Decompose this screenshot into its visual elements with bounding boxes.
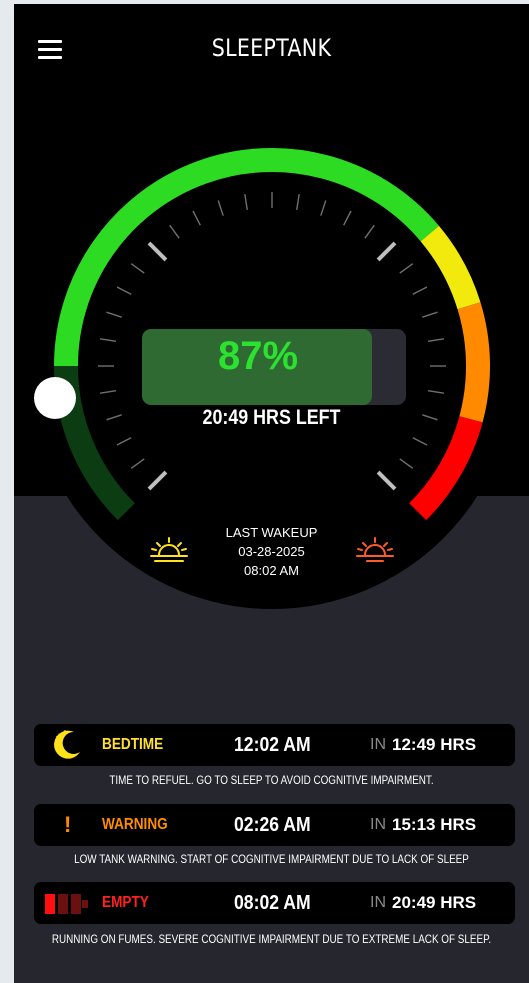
exclamation-icon: ! bbox=[64, 812, 72, 837]
schedule-hours: 20:49 HRS bbox=[392, 893, 477, 912]
schedule-time: 12:02 AM bbox=[234, 734, 311, 756]
schedule-label: WARNING bbox=[102, 816, 168, 833]
schedule-label: BEDTIME bbox=[102, 736, 164, 753]
schedule-row-bedtime[interactable]: BEDTIME 12:02 AM IN 12:49 HRS bbox=[34, 724, 515, 766]
tank-percent: 87% bbox=[217, 334, 299, 378]
schedule-label: EMPTY bbox=[102, 894, 149, 911]
hours-left: 20:49 HRS LEFT bbox=[202, 406, 341, 429]
schedule-row-empty[interactable]: EMPTY 08:02 AM IN 20:49 HRS bbox=[34, 882, 515, 924]
gauge-arc-orange-zone bbox=[457, 302, 490, 423]
gauge-slider-handle[interactable] bbox=[34, 377, 76, 419]
schedule-time: 08:02 AM bbox=[234, 892, 311, 914]
last-wakeup-date: 03-28-2025 bbox=[238, 544, 305, 559]
schedule-in: IN bbox=[370, 816, 386, 833]
last-wakeup-time: 08:02 AM bbox=[244, 563, 299, 578]
schedule-time: 02:26 AM bbox=[234, 814, 311, 836]
warning-description: LOW TANK WARNING. START OF COGNITIVE IMP… bbox=[74, 854, 469, 866]
sunset-icon bbox=[355, 535, 395, 570]
schedule-in: IN bbox=[370, 894, 386, 911]
schedule-hours: 15:13 HRS bbox=[392, 815, 477, 834]
schedule-in: IN bbox=[370, 736, 386, 753]
moon-stars-icon bbox=[50, 728, 84, 767]
schedule-row-warning[interactable]: ! WARNING 02:26 AM IN 15:13 HRS bbox=[34, 804, 515, 846]
last-wakeup-label: LAST WAKEUP bbox=[225, 525, 318, 540]
empty-description: RUNNING ON FUMES. SEVERE COGNITIVE IMPAI… bbox=[51, 934, 492, 946]
empty-battery-icon bbox=[45, 894, 91, 919]
schedule-hours: 12:49 HRS bbox=[392, 735, 477, 754]
bedtime-description: TIME TO REFUEL. GO TO SLEEP TO AVOID COG… bbox=[109, 775, 434, 787]
app-title: SLEEPTANK bbox=[211, 34, 332, 62]
app-screen: SLEEPTANK 87% 20:49 HRS LEFT LAST WAKEUP… bbox=[14, 4, 529, 983]
